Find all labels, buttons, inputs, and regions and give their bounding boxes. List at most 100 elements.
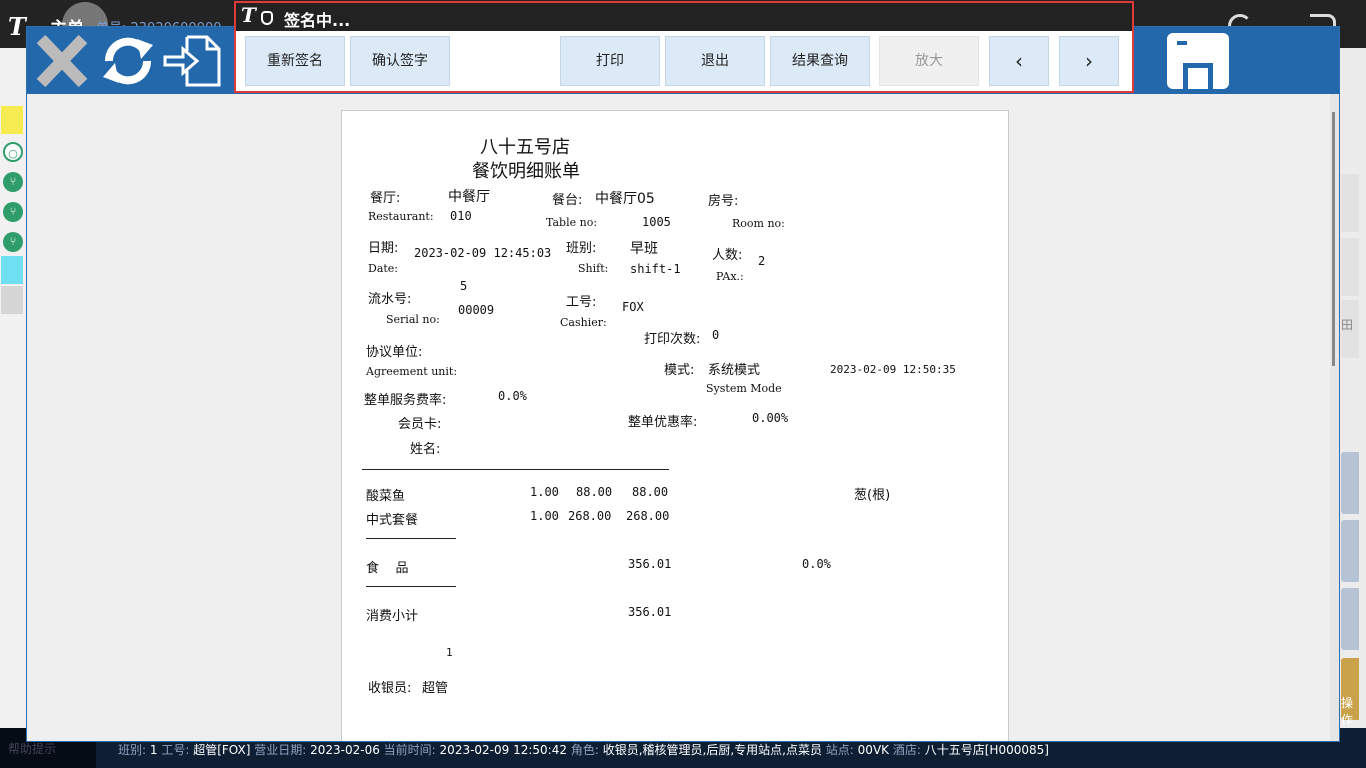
color-swatch-gray[interactable]: [1, 286, 23, 314]
food-label: 食 品: [366, 561, 409, 576]
resign-button[interactable]: 重新签名: [245, 36, 345, 86]
signing-button-bar: 重新签名 确认签字 打印 退出 结果查询 放大 ‹ ›: [236, 31, 1132, 91]
item-amount: 268.00: [626, 509, 670, 523]
mode-en: System Mode: [706, 382, 782, 395]
signing-panel: T 签名中... 重新签名 确认签字 打印 退出 结果查询 放大 ‹ ›: [234, 1, 1134, 93]
item-name: 中式套餐: [366, 513, 419, 528]
date-value: 2023-02-09 12:45:03: [414, 246, 552, 260]
bill-title: 餐饮明细账单: [472, 161, 580, 182]
zoom-button[interactable]: 放大: [879, 36, 979, 86]
service-rate-label: 整单服务费率:: [364, 393, 447, 408]
item-qty: 1.00: [530, 509, 559, 523]
agreement-en: Agreement unit:: [366, 365, 458, 378]
food-rate: 0.0%: [802, 557, 831, 571]
discount-label: 整单优惠率:: [628, 415, 698, 430]
cashier-label: 工号:: [566, 295, 597, 310]
dining-icon[interactable]: ⑂: [3, 172, 23, 192]
confirm-sign-button[interactable]: 确认签字: [350, 36, 450, 86]
table-en: Table no:: [546, 216, 598, 229]
result-query-button[interactable]: 结果查询: [770, 36, 870, 86]
close-icon[interactable]: [31, 31, 93, 91]
serial-en: Serial no:: [386, 313, 440, 326]
side-button[interactable]: [1341, 238, 1359, 296]
save-icon[interactable]: [1167, 33, 1229, 89]
app-logo: T: [241, 3, 256, 27]
side-button[interactable]: [1341, 588, 1359, 650]
operate-button[interactable]: 操作: [1341, 658, 1359, 727]
pax-label: 人数:: [712, 248, 743, 263]
discount-value: 0.00%: [752, 411, 789, 425]
restaurant-value: 中餐厅: [448, 189, 490, 205]
cashier-signature-value: 超管: [422, 681, 449, 696]
vertical-scrollbar[interactable]: [1330, 94, 1339, 741]
table-status-icon[interactable]: ○: [3, 142, 23, 162]
cashier-en: Cashier:: [560, 316, 607, 329]
print-count-label: 打印次数:: [644, 332, 701, 347]
next-page-button[interactable]: ›: [1059, 36, 1119, 86]
hand-pointer-icon: [261, 11, 273, 25]
cashier-value: FOX: [622, 300, 644, 314]
print-count-value: 0: [712, 328, 720, 342]
export-icon[interactable]: [161, 31, 223, 91]
mode-label: 模式:: [664, 363, 695, 378]
shift-label: 班别:: [566, 241, 597, 256]
cashier-signature-label: 收银员:: [368, 681, 412, 696]
name-label: 姓名:: [410, 442, 441, 457]
item-qty: 1.00: [530, 485, 559, 499]
store-name: 八十五号店: [480, 137, 570, 158]
bill-preview-dialog: 八十五号店 餐饮明细账单 餐厅: 中餐厅 餐台: 中餐厅05 房号: Resta…: [26, 26, 1340, 742]
scroll-thumb[interactable]: [1332, 112, 1335, 366]
shift-en: Shift:: [578, 262, 609, 275]
table-value: 中餐厅05: [595, 191, 655, 207]
service-rate-value: 0.0%: [498, 389, 527, 403]
date-label: 日期:: [368, 241, 399, 256]
item-price: 268.00: [568, 509, 612, 523]
member-card-label: 会员卡:: [398, 417, 442, 432]
dining-icon[interactable]: ⑂: [3, 202, 23, 222]
exit-button[interactable]: 退出: [665, 36, 765, 86]
divider: [366, 586, 456, 587]
shift-value: 早班: [630, 241, 658, 257]
subtotal-value: 356.01: [628, 605, 672, 619]
pax-en: PAx.:: [716, 270, 744, 283]
app-logo: T: [8, 12, 26, 41]
color-swatch-yellow[interactable]: [1, 106, 23, 134]
item-name: 酸菜鱼: [366, 489, 406, 504]
signing-header: T 签名中...: [236, 3, 1132, 31]
date-en: Date:: [368, 262, 399, 275]
room-label: 房号:: [708, 194, 739, 209]
agreement-label: 协议单位:: [366, 345, 423, 360]
table-no: 1005: [642, 215, 671, 229]
food-amount: 356.01: [628, 557, 672, 571]
side-button[interactable]: [1341, 520, 1359, 582]
side-button[interactable]: [1341, 452, 1359, 514]
side-button-label[interactable]: 田: [1341, 300, 1359, 358]
preview-area: 八十五号店 餐饮明细账单 餐厅: 中餐厅 餐台: 中餐厅05 房号: Resta…: [27, 94, 1330, 741]
status-info: 班别: 1 工号: 超管[FOX] 营业日期: 2023-02-06 当前时间:…: [118, 743, 1049, 757]
signing-title: 签名中...: [284, 11, 351, 30]
divider: [362, 469, 669, 470]
serial-label: 流水号:: [368, 292, 412, 307]
restaurant-en: Restaurant:: [368, 210, 434, 223]
subtotal-label: 消费小计: [366, 609, 419, 624]
bill-paper: 八十五号店 餐饮明细账单 餐厅: 中餐厅 餐台: 中餐厅05 房号: Resta…: [341, 110, 1009, 741]
refresh-icon[interactable]: [97, 31, 159, 91]
serial-top: 5: [460, 279, 468, 293]
divider: [366, 538, 456, 539]
side-button[interactable]: [1341, 174, 1359, 232]
color-swatch-cyan[interactable]: [1, 256, 23, 284]
print-time: 2023-02-09 12:50:35: [830, 363, 956, 376]
mode-value: 系统模式: [708, 363, 761, 378]
table-label: 餐台:: [552, 193, 583, 208]
dining-icon[interactable]: ⑂: [3, 232, 23, 252]
restaurant-code: 010: [450, 209, 472, 223]
serial-value: 00009: [458, 303, 495, 317]
item-price: 88.00: [576, 485, 613, 499]
item-note: 葱(根): [854, 488, 891, 503]
footer-number: 1: [446, 646, 453, 659]
print-button[interactable]: 打印: [560, 36, 660, 86]
pax-value: 2: [758, 254, 766, 268]
prev-page-button[interactable]: ‹: [989, 36, 1049, 86]
room-en: Room no:: [732, 217, 785, 230]
restaurant-label: 餐厅:: [370, 191, 401, 206]
